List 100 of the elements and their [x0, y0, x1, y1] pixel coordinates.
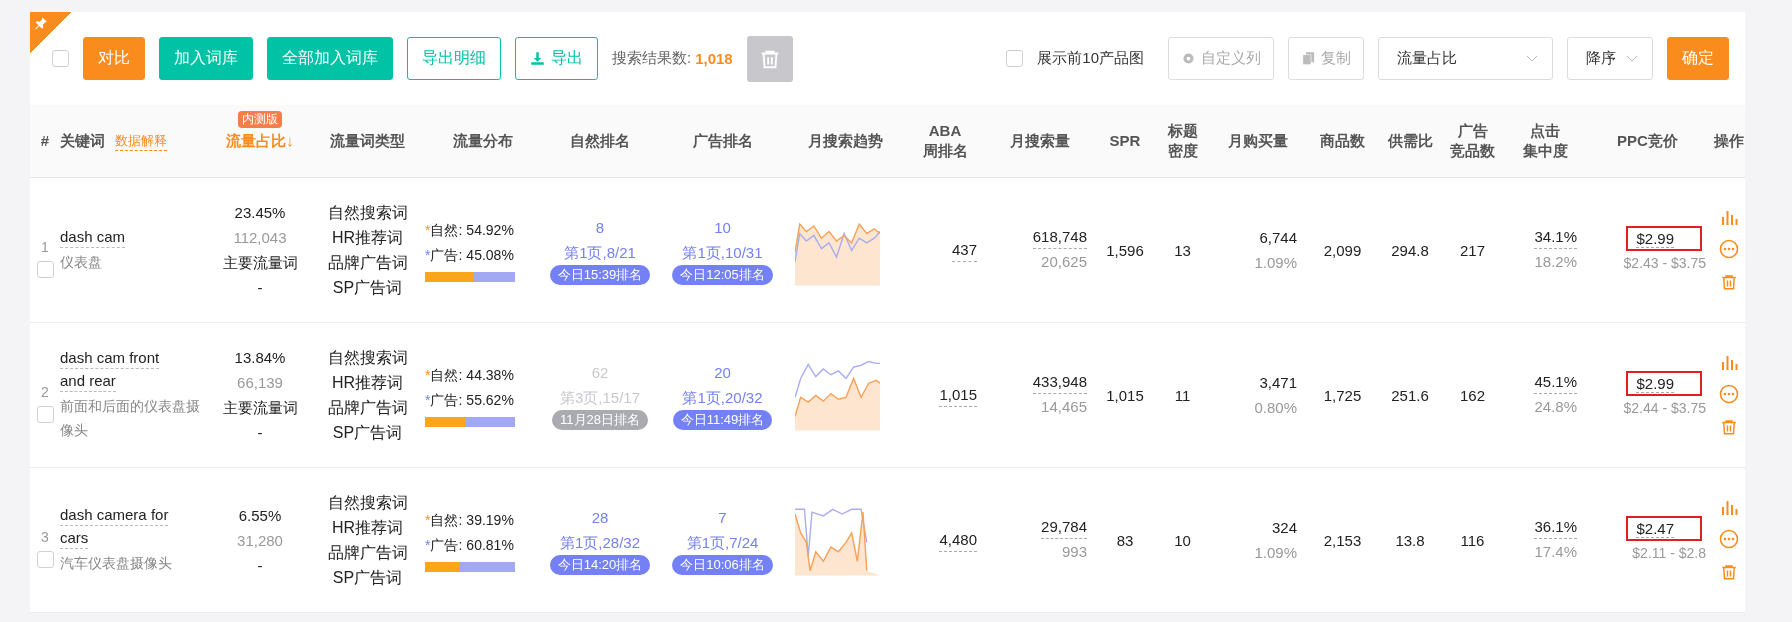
- traffic-share: 23.45%: [234, 203, 286, 223]
- purchase-rate: 1.09%: [1254, 543, 1297, 563]
- delete-button[interactable]: [746, 35, 793, 82]
- more-icon[interactable]: [1719, 529, 1739, 549]
- sort-field-select[interactable]: 流量占比: [1378, 37, 1553, 80]
- pin-icon: [34, 16, 48, 30]
- column-header[interactable]: 流量词类型: [310, 131, 425, 151]
- rank-time-badge: 今日15:39排名: [549, 265, 651, 285]
- select-all-checkbox[interactable]: [52, 50, 69, 67]
- rank-number: 8: [595, 218, 605, 238]
- title-density: 10: [1173, 531, 1192, 549]
- traffic-label: 主要流量词: [222, 398, 298, 418]
- daily-searches: 14,465: [1041, 397, 1087, 417]
- row-checkbox[interactable]: [36, 260, 54, 278]
- rank-number: 20: [714, 363, 731, 383]
- bar-chart-icon[interactable]: [1720, 209, 1738, 225]
- column-header[interactable]: 关键词: [60, 131, 105, 151]
- row-number: 3: [41, 528, 49, 545]
- settings-icon: [1181, 51, 1196, 66]
- keyword-text[interactable]: cars: [60, 528, 89, 549]
- monthly-searches: 618,748: [1032, 226, 1087, 249]
- chevron-icon: [1626, 54, 1638, 63]
- column-header[interactable]: 广告排名: [660, 131, 785, 151]
- keyword-type: HR推荐词: [331, 373, 404, 393]
- keyword-text[interactable]: dash cam front: [60, 348, 160, 369]
- keyword-text[interactable]: and rear: [60, 371, 116, 392]
- column-header[interactable]: 自然排名: [540, 131, 660, 151]
- show-top10-checkbox[interactable]: [1006, 50, 1024, 67]
- supply-demand-ratio: 251.6: [1390, 386, 1430, 404]
- column-header[interactable]: 操作: [1710, 131, 1748, 151]
- column-header[interactable]: 广告 竞品数: [1440, 121, 1505, 161]
- column-header[interactable]: 流量分布: [425, 131, 540, 151]
- natural-share-label: *自然:: [425, 511, 463, 530]
- ppc-bid: $2.47: [1636, 519, 1674, 538]
- keyword-type: HR推荐词: [331, 518, 404, 538]
- product-count: 2,099: [1322, 241, 1363, 259]
- row-number: 2: [41, 383, 49, 400]
- keyword-text[interactable]: dash camera for: [60, 505, 169, 526]
- ppc-range: $2.43 - $3.75: [1623, 253, 1706, 273]
- trash-icon: [1720, 563, 1738, 581]
- column-header[interactable]: 月购买量: [1210, 131, 1305, 151]
- more-icon[interactable]: [1719, 239, 1739, 259]
- column-header[interactable]: 商品数: [1305, 131, 1380, 151]
- natural-share-label: *自然:: [425, 366, 463, 385]
- keyword-type: SP广告词: [332, 568, 403, 588]
- chevron-icon: [1526, 54, 1538, 63]
- rank-number: 28: [591, 508, 609, 528]
- rank-page: 第1页,7/24: [686, 533, 759, 553]
- rank-number: 10: [714, 218, 731, 238]
- traffic-volume: 31,280: [237, 530, 283, 551]
- title-density: 11: [1173, 386, 1192, 404]
- bar-chart-icon[interactable]: [1720, 499, 1738, 515]
- traffic-share: 6.55%: [238, 505, 282, 526]
- keyword-type: SP广告词: [332, 278, 403, 298]
- traffic-extra: -: [257, 278, 263, 298]
- click-concentration: 34.1%: [1534, 226, 1577, 249]
- rank-page: 第1页,8/21: [564, 243, 636, 263]
- column-header[interactable]: ABA 周排名: [905, 121, 985, 161]
- keyword-translation: 仪表盘: [60, 252, 103, 272]
- rank-page: 第1页,28/32: [559, 533, 640, 553]
- sort-order-select[interactable]: 降序: [1567, 37, 1653, 80]
- supply-demand-ratio: 294.8: [1390, 241, 1430, 259]
- rank-time-badge: 今日10:06排名: [672, 555, 773, 575]
- ad-share-label: *广告:: [425, 536, 463, 555]
- row-checkbox[interactable]: [36, 550, 54, 568]
- result-count: 1,018: [695, 50, 733, 67]
- ppc-range: $2.44 - $3.75: [1623, 398, 1706, 418]
- column-header[interactable]: 月搜索趋势: [785, 131, 905, 151]
- natural-share-label: *自然:: [425, 221, 463, 240]
- keyword-translation: 汽车仪表盘摄像头: [60, 554, 173, 573]
- more-icon[interactable]: [1719, 384, 1739, 404]
- monthly-purchases: 6,744: [1259, 228, 1297, 248]
- ad-product-count: 116: [1459, 531, 1486, 549]
- click-share: 18.2%: [1534, 252, 1577, 272]
- bar-chart-icon[interactable]: [1720, 354, 1738, 370]
- monthly-purchases: 3,471: [1259, 373, 1297, 393]
- keyword-type: 自然搜索词: [327, 203, 408, 223]
- column-header[interactable]: PPC竞价: [1585, 131, 1710, 151]
- aba-rank: 1,015: [939, 383, 977, 407]
- column-header[interactable]: 供需比: [1380, 131, 1440, 151]
- click-share: 24.8%: [1534, 397, 1577, 417]
- column-header[interactable]: #: [30, 131, 60, 151]
- trash-icon: [1720, 273, 1738, 291]
- ppc-bid: $2.99: [1636, 229, 1674, 248]
- show-top10-label: 展示前10产品图: [1037, 49, 1144, 68]
- column-header[interactable]: 月搜索量: [985, 131, 1095, 151]
- rank-page: 第1页,10/31: [682, 243, 763, 263]
- column-header[interactable]: 标题 密度: [1155, 121, 1210, 161]
- rank-time-badge: 11月28日排名: [552, 410, 648, 430]
- ad-share-value: 45.08%: [466, 246, 514, 265]
- trash-icon: [1720, 418, 1738, 436]
- column-header[interactable]: SPR: [1095, 131, 1155, 151]
- column-header[interactable]: 点击 集中度: [1505, 121, 1585, 161]
- keyword-type: SP广告词: [332, 423, 403, 443]
- keyword-text[interactable]: dash cam: [60, 226, 126, 248]
- purchase-rate: 1.09%: [1254, 253, 1297, 273]
- result-count-label: 搜索结果数:: [612, 49, 692, 68]
- row-checkbox[interactable]: [36, 405, 54, 423]
- monthly-purchases: 324: [1271, 518, 1297, 538]
- ppc-range: $2.11 - $2.8: [1632, 543, 1706, 563]
